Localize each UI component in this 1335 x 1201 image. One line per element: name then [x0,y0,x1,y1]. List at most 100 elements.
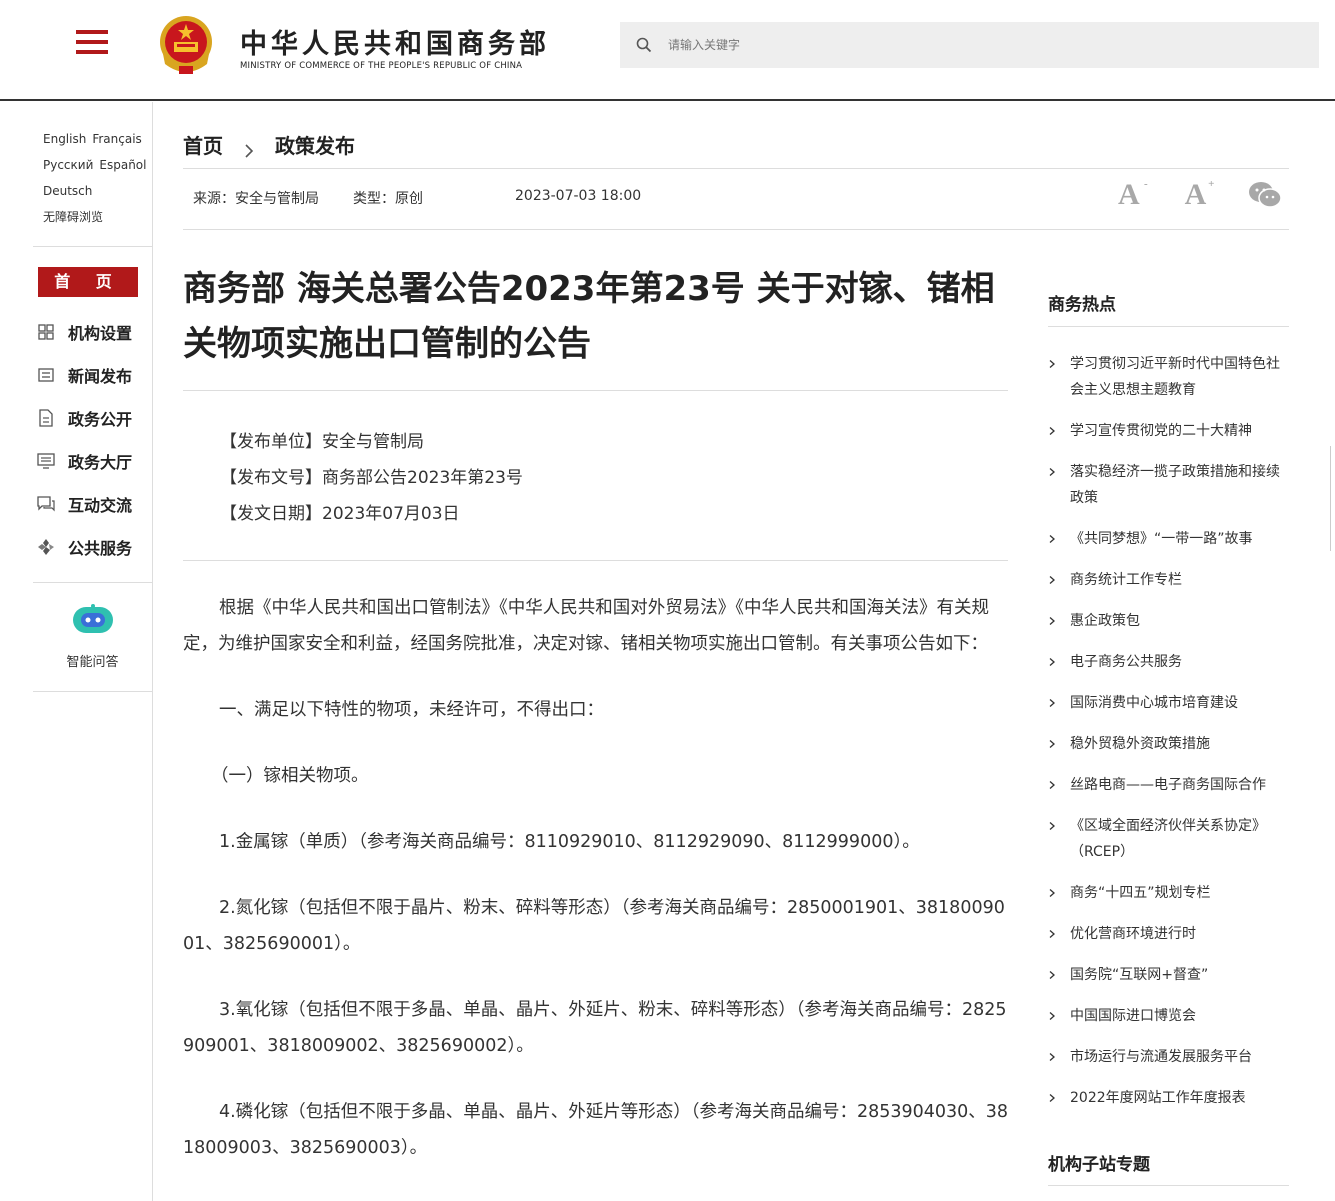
sidebar-item-label: 政务公开 [68,409,133,429]
lang-french[interactable]: Français [92,132,141,146]
site-subtitle: MINISTRY OF COMMERCE OF THE PEOPLE'S REP… [240,61,523,71]
hot-topic-link[interactable]: 《区域全面经济伙伴关系协定》（RCEP） [1070,818,1266,860]
wechat-share-icon[interactable] [1248,181,1283,209]
list-item[interactable]: 学习宣传贯彻党的二十大精神 [1048,418,1289,444]
hot-topic-link[interactable]: 惠企政策包 [1070,613,1140,629]
chevron-right-icon [1049,468,1055,476]
list-item[interactable]: 惠企政策包 [1048,608,1289,634]
list-item[interactable]: 2022年度网站工作年度报表 [1048,1085,1289,1111]
chevron-right-icon [1049,971,1055,979]
hot-topics-heading: 商务热点 [1048,290,1289,327]
menu-icon[interactable] [76,30,108,58]
chevron-right-icon [1049,822,1055,830]
lang-spanish[interactable]: Español [99,158,146,172]
divider [1048,1185,1289,1186]
chevron-right-icon [1049,1053,1055,1061]
paragraph: 3.氧化镓（包括但不限于多晶、单晶、晶片、外延片、粉末、碎料等形态）（参考海关商… [183,1000,1007,1056]
accessibility-link[interactable]: 无障碍浏览 [43,210,103,224]
smart-qa-block[interactable]: 智能问答 [33,582,152,692]
hot-topic-link[interactable]: 中国国际进口博览会 [1070,1008,1196,1024]
list-item[interactable]: 电子商务公共服务 [1048,649,1289,675]
lang-russian[interactable]: Русский [43,158,93,172]
article-meta: 来源：安全与管制局 类型：原创 2023-07-03 18:00 [193,188,641,208]
sub-sites-heading: 机构子站专题 [1048,1155,1150,1175]
hot-topic-link[interactable]: 《共同梦想》“一带一路”故事 [1070,531,1253,547]
list-item[interactable]: 国际消费中心城市培育建设 [1048,690,1289,716]
monitor-icon [37,452,55,470]
list-item[interactable]: 落实稳经济一揽子政策措施和接续政策 [1048,459,1289,511]
list-item[interactable]: 《共同梦想》“一带一路”故事 [1048,526,1289,552]
breadcrumb: 首页 政策发布 [183,130,355,159]
search-input[interactable] [668,22,1319,68]
chevron-right-icon [1049,535,1055,543]
search-icon[interactable] [620,22,668,68]
hot-topic-link[interactable]: 电子商务公共服务 [1070,654,1182,670]
list-item[interactable]: 学习贯彻习近平新时代中国特色社会主义思想主题教育 [1048,351,1289,403]
hot-topic-link[interactable]: 市场运行与流通发展服务平台 [1070,1049,1252,1065]
doc-number-line: 【发布文号】商务部公告2023年第23号 [220,468,523,488]
paragraph: 一、满足以下特性的物项，未经许可，不得出口： [219,700,604,720]
national-emblem-icon[interactable] [157,14,215,78]
list-item[interactable]: 商务统计工作专栏 [1048,567,1289,593]
sidebar-item-interaction[interactable]: 互动交流 [37,482,147,525]
doc-date-line: 【发文日期】2023年07月03日 [220,504,460,524]
chevron-right-icon [1049,1012,1055,1020]
list-item[interactable]: 国务院“互联网+督查” [1048,962,1289,988]
paragraph: 2.氮化镓（包括但不限于晶片、粉末、碎料等形态）（参考海关商品编号：285000… [183,898,1005,954]
hot-topic-link[interactable]: 2022年度网站工作年度报表 [1070,1090,1246,1106]
hot-topic-link[interactable]: 丝路电商——电子商务国际合作 [1070,777,1266,793]
font-decrease-icon[interactable]: A- [1118,178,1148,212]
hot-topic-link[interactable]: 国务院“互联网+督查” [1070,967,1208,983]
sidebar-item-label: 公共服务 [68,538,133,558]
site-title[interactable]: 中华人民共和国商务部 [240,22,550,61]
document-info: 【发布单位】安全与管制局 【发布文号】商务部公告2023年第23号 【发文日期】… [220,424,523,532]
breadcrumb-home[interactable]: 首页 [183,130,223,159]
hot-topic-link[interactable]: 学习贯彻习近平新时代中国特色社会主义思想主题教育 [1070,356,1280,398]
left-sidebar: English Français Русский Español Deutsch 无… [33,102,153,1201]
hot-topic-link[interactable]: 商务“十四五”规划专栏 [1070,885,1211,901]
chevron-right-icon [1049,427,1055,435]
hot-topic-link[interactable]: 学习宣传贯彻党的二十大精神 [1070,423,1252,439]
sidebar-item-government-affairs[interactable]: 政务公开 [37,396,147,439]
sidebar-item-public-service[interactable]: 公共服务 [37,525,147,568]
search-bar [620,22,1319,68]
paragraph: 1.金属镓（单质）（参考海关商品编号：8110929010、8112929090… [219,832,920,852]
sidebar-item-label: 政务大厅 [68,452,133,472]
sidebar-item-news[interactable]: 新闻发布 [37,353,147,396]
chevron-right-icon [1049,781,1055,789]
list-item[interactable]: 商务“十四五”规划专栏 [1048,880,1289,906]
robot-icon[interactable] [71,603,115,637]
list-item[interactable]: 中国国际进口博览会 [1048,1003,1289,1029]
sidebar-item-service-hall[interactable]: 政务大厅 [37,439,147,482]
sidebar-item-label: 新闻发布 [68,366,133,386]
chevron-right-icon [1049,930,1055,938]
nav-home-button[interactable]: 首 页 [38,267,138,297]
list-item[interactable]: 优化营商环境进行时 [1048,921,1289,947]
lang-german[interactable]: Deutsch [43,184,92,198]
issuer-line: 【发布单位】安全与管制局 [220,432,424,452]
scrollbar[interactable] [1330,446,1335,551]
sidebar-item-organization[interactable]: 机构设置 [37,310,147,353]
site-header: 中华人民共和国商务部 MINISTRY OF COMMERCE OF THE P… [0,0,1335,101]
list-item[interactable]: 稳外贸稳外资政策措施 [1048,731,1289,757]
hot-topic-link[interactable]: 商务统计工作专栏 [1070,572,1182,588]
chevron-right-icon [243,139,255,158]
chevron-right-icon [1049,889,1055,897]
paragraph: 根据《中华人民共和国出口管制法》《中华人民共和国对外贸易法》《中华人民共和国海关… [183,598,989,654]
breadcrumb-current[interactable]: 政策发布 [275,130,355,159]
list-item[interactable]: 丝路电商——电子商务国际合作 [1048,772,1289,798]
hot-topic-link[interactable]: 优化营商环境进行时 [1070,926,1196,942]
chevron-right-icon [1049,1094,1055,1102]
grid-icon [37,323,55,341]
divider [183,229,1289,230]
hot-topic-link[interactable]: 国际消费中心城市培育建设 [1070,695,1238,711]
list-item[interactable]: 《区域全面经济伙伴关系协定》（RCEP） [1048,813,1289,865]
hot-topic-link[interactable]: 稳外贸稳外资政策措施 [1070,736,1210,752]
meta-source: 来源：安全与管制局 [193,191,319,207]
font-increase-icon[interactable]: A + [1185,178,1215,212]
list-item[interactable]: 市场运行与流通发展服务平台 [1048,1044,1289,1070]
lang-english[interactable]: English [43,132,86,146]
hot-topic-link[interactable]: 落实稳经济一揽子政策措施和接续政策 [1070,464,1280,506]
chevron-right-icon [1049,360,1055,368]
article-tools: A- A + [1118,178,1283,212]
